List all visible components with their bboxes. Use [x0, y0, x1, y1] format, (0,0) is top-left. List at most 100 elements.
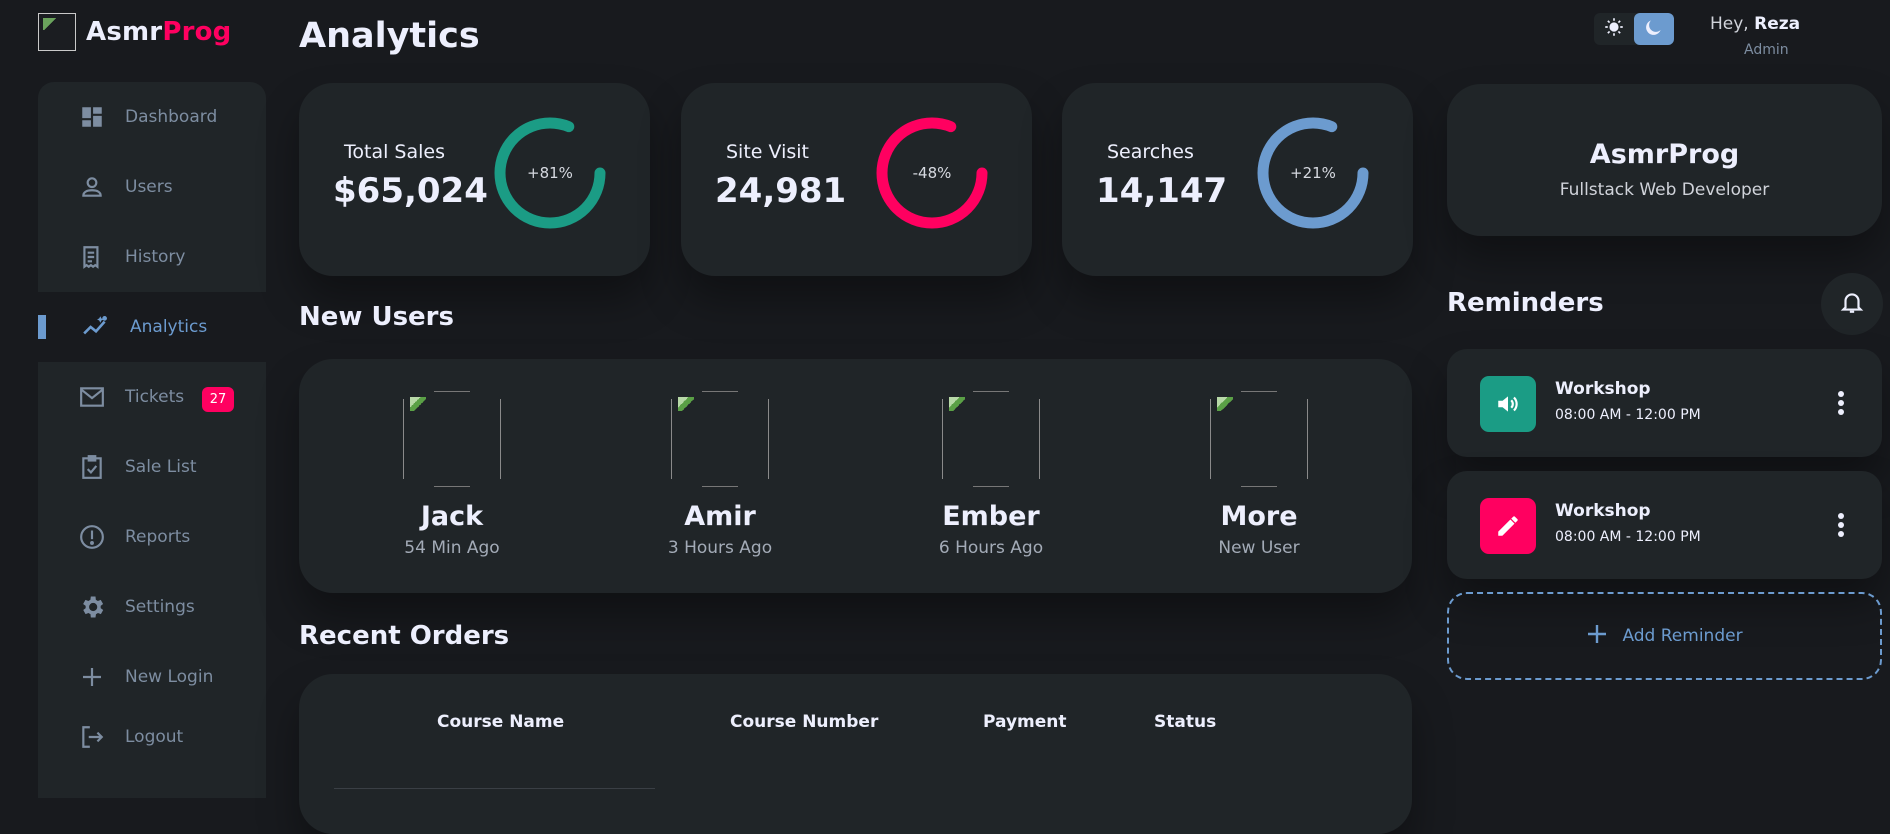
stat-name: Searches: [1107, 141, 1194, 163]
logo-image: [38, 13, 76, 51]
avatar: [403, 391, 501, 487]
mail-icon: [78, 383, 106, 411]
report-icon: [78, 523, 106, 551]
sidebar-item-label: Tickets: [125, 387, 185, 407]
avatar: [942, 391, 1040, 487]
user-time: 54 Min Ago: [404, 538, 500, 558]
reminders-heading: Reminders: [1447, 288, 1604, 318]
reminder-item[interactable]: Workshop 08:00 AM - 12:00 PM: [1447, 349, 1882, 457]
sidebar: Dashboard Users History Analytics Ticket…: [38, 82, 266, 798]
stat-name: Total Sales: [344, 141, 445, 163]
reminder-time: 08:00 AM - 12:00 PM: [1555, 529, 1701, 545]
stat-value: 14,147: [1096, 171, 1228, 211]
theme-toggle[interactable]: [1594, 13, 1674, 45]
sidebar-item-logout[interactable]: Logout: [38, 702, 266, 772]
user-time: 3 Hours Ago: [667, 538, 773, 558]
user-time: 6 Hours Ago: [938, 538, 1044, 558]
column-header: Course Name: [437, 712, 565, 732]
user-card-ember[interactable]: Ember 6 Hours Ago: [891, 391, 1091, 558]
user-name: Reza: [1754, 14, 1801, 34]
volume-icon: [1480, 376, 1536, 432]
light-mode-button[interactable]: [1594, 13, 1634, 45]
sidebar-item-reports[interactable]: Reports: [38, 502, 266, 572]
recent-orders-table: Course Name Course Number Payment Status: [299, 674, 1412, 834]
reminder-item[interactable]: Workshop 08:00 AM - 12:00 PM: [1447, 471, 1882, 579]
logout-icon: [78, 723, 106, 751]
new-users-panel: Jack 54 Min Ago Amir 3 Hours Ago Ember 6…: [299, 359, 1412, 593]
sidebar-item-label: Users: [125, 177, 173, 197]
insights-icon: [82, 313, 110, 341]
user-time: New User: [1218, 538, 1300, 558]
user-card-amir[interactable]: Amir 3 Hours Ago: [620, 391, 820, 558]
receipt-icon: [78, 243, 106, 271]
brand-name: AsmrProg: [86, 17, 232, 47]
dashboard-icon: [78, 103, 106, 131]
clipboard-check-icon: [78, 453, 106, 481]
moon-icon: [1644, 17, 1664, 41]
plus-icon: [78, 663, 106, 691]
user-greeting: Hey, Reza: [1710, 14, 1801, 34]
avatar: [1210, 391, 1308, 487]
add-reminder-button[interactable]: Add Reminder: [1447, 592, 1882, 680]
sidebar-item-label: Settings: [125, 597, 195, 617]
sidebar-item-label: New Login: [125, 667, 214, 687]
row-divider: [334, 788, 655, 789]
user-name: Amir: [684, 501, 756, 532]
user-name: Ember: [942, 501, 1040, 532]
avatar: [671, 391, 769, 487]
dark-mode-button[interactable]: [1634, 13, 1674, 45]
add-reminder-label: Add Reminder: [1622, 626, 1743, 646]
more-vert-icon[interactable]: [1838, 513, 1844, 540]
profile-card: AsmrProg Fullstack Web Developer: [1447, 84, 1882, 236]
gear-icon: [78, 593, 106, 621]
sidebar-item-label: Analytics: [130, 317, 208, 337]
sidebar-item-label: Dashboard: [125, 107, 218, 127]
active-indicator: [38, 315, 46, 339]
column-header: Status: [1154, 712, 1217, 732]
user-role: Admin: [1744, 42, 1789, 58]
new-users-heading: New Users: [299, 302, 454, 332]
person-icon: [78, 173, 106, 201]
sidebar-item-settings[interactable]: Settings: [38, 572, 266, 642]
stat-value: 24,981: [715, 171, 847, 211]
sidebar-item-users[interactable]: Users: [38, 152, 266, 222]
profile-name: AsmrProg: [1589, 139, 1740, 170]
stat-percent: -48%: [912, 164, 952, 182]
notifications-button[interactable]: [1821, 273, 1883, 335]
user-name: Jack: [420, 501, 484, 532]
recent-orders-heading: Recent Orders: [299, 621, 510, 651]
sun-icon: [1604, 17, 1624, 41]
user-card-more[interactable]: More New User: [1159, 391, 1359, 558]
plus-icon: [1586, 623, 1608, 650]
sidebar-item-label: Sale List: [125, 457, 197, 477]
user-name: More: [1220, 501, 1298, 532]
sidebar-item-dashboard[interactable]: Dashboard: [38, 82, 266, 152]
stat-percent: +81%: [527, 164, 573, 182]
profile-role: Fullstack Web Developer: [1559, 180, 1770, 200]
sidebar-item-history[interactable]: History: [38, 222, 266, 292]
stat-name: Site Visit: [726, 141, 810, 163]
searches-card: Searches 14,147 +21%: [1062, 83, 1413, 276]
reminder-title: Workshop: [1555, 379, 1651, 399]
user-card-jack[interactable]: Jack 54 Min Ago: [352, 391, 552, 558]
edit-icon: [1480, 498, 1536, 554]
sidebar-item-label: History: [125, 247, 186, 267]
sidebar-item-analytics[interactable]: Analytics: [38, 292, 266, 362]
column-header: Course Number: [730, 712, 879, 732]
more-vert-icon[interactable]: [1838, 391, 1844, 418]
brand-logo[interactable]: AsmrProg: [38, 13, 231, 51]
sidebar-item-label: Logout: [125, 727, 184, 747]
ticket-count-badge: 27: [202, 387, 234, 412]
reminder-title: Workshop: [1555, 501, 1651, 521]
page-title: Analytics: [299, 16, 480, 56]
sidebar-item-label: Reports: [125, 527, 191, 547]
stat-value: $65,024: [333, 171, 488, 211]
total-sales-card: Total Sales $65,024 +81%: [299, 83, 650, 276]
site-visit-card: Site Visit 24,981 -48%: [681, 83, 1032, 276]
stat-percent: +21%: [1290, 164, 1336, 182]
sidebar-item-tickets[interactable]: Tickets 27: [38, 362, 266, 432]
reminder-time: 08:00 AM - 12:00 PM: [1555, 407, 1701, 423]
bell-icon: [1839, 289, 1865, 319]
sidebar-item-sale-list[interactable]: Sale List: [38, 432, 266, 502]
column-header: Payment: [983, 712, 1067, 732]
